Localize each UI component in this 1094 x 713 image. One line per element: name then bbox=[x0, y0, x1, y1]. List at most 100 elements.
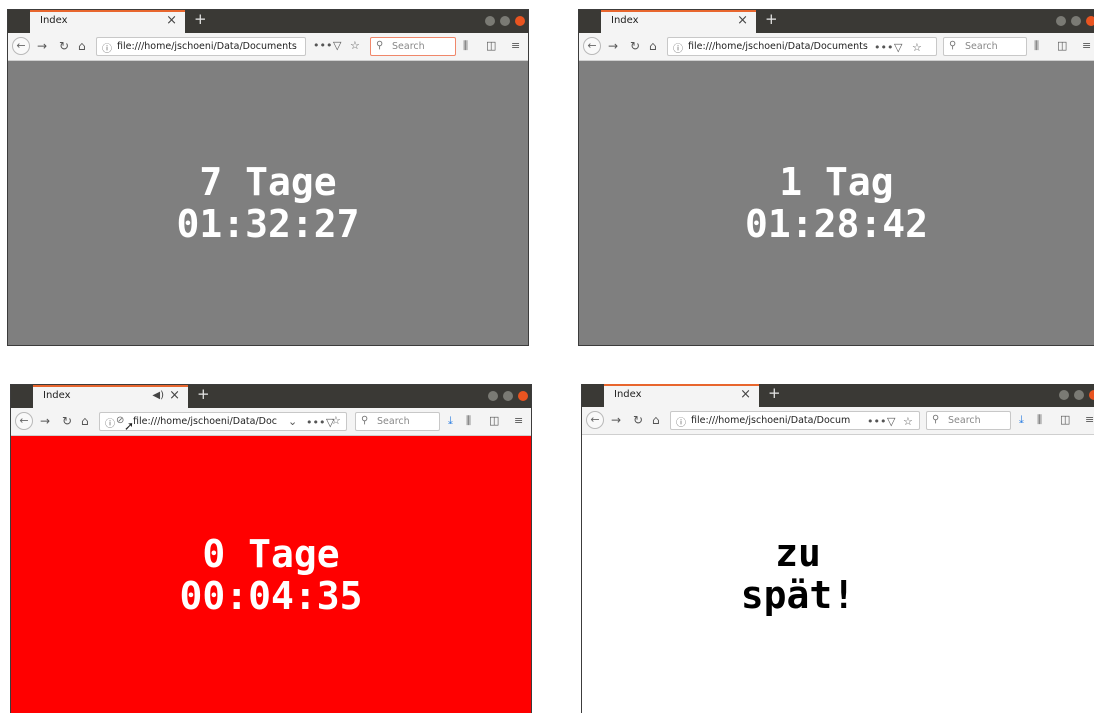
search-icon: ⚲ bbox=[376, 40, 384, 51]
url-text[interactable]: file:///home/jschoeni/Data/Docum bbox=[691, 415, 856, 426]
url-bar[interactable]: ⓘ ⊘ file:///home/jschoeni/Data/Doc ⌄ •••… bbox=[99, 412, 347, 431]
tab-close-button[interactable]: × bbox=[737, 13, 748, 28]
countdown-display: 7 Tage 01:32:27 bbox=[8, 61, 528, 345]
hamburger-menu-icon[interactable]: ≡ bbox=[1082, 39, 1091, 53]
info-icon[interactable]: ⓘ bbox=[102, 40, 112, 55]
maximize-button[interactable] bbox=[503, 391, 513, 401]
tab-title: Index bbox=[611, 15, 639, 26]
back-arrow-icon[interactable]: ← bbox=[12, 37, 30, 55]
tab-title: Index bbox=[614, 389, 642, 400]
url-text[interactable]: file:///home/jschoeni/Data/Doc bbox=[133, 416, 283, 427]
maximize-button[interactable] bbox=[1071, 16, 1081, 26]
url-text[interactable]: file:///home/jschoeni/Data/Documents bbox=[688, 41, 873, 52]
hamburger-menu-icon[interactable]: ≡ bbox=[1085, 413, 1094, 427]
speaker-icon[interactable]: ◀) bbox=[152, 390, 164, 401]
back-arrow-icon[interactable]: ← bbox=[583, 37, 601, 55]
star-icon[interactable]: ☆ bbox=[912, 41, 922, 55]
library-icon[interactable]: ⫼ bbox=[1037, 413, 1042, 427]
url-bar[interactable]: ⓘ file:///home/jschoeni/Data/Documents bbox=[96, 37, 306, 56]
titlebar: Index ◀) × + bbox=[11, 385, 531, 408]
hamburger-menu-icon[interactable]: ≡ bbox=[514, 414, 523, 428]
home-icon[interactable]: ⌂ bbox=[649, 37, 657, 55]
minimize-button[interactable] bbox=[488, 391, 498, 401]
reload-icon[interactable]: ↻ bbox=[59, 37, 69, 55]
tab-index[interactable]: Index × bbox=[30, 10, 185, 33]
new-tab-button[interactable]: + bbox=[194, 10, 207, 28]
star-icon[interactable]: ☆ bbox=[350, 39, 360, 53]
info-icon[interactable]: ⓘ bbox=[676, 414, 686, 429]
sidebar-icon[interactable]: ◫ bbox=[489, 414, 499, 428]
reload-icon[interactable]: ↻ bbox=[62, 412, 72, 430]
download-icon[interactable]: ⤓ bbox=[448, 414, 453, 428]
titlebar: Index × + bbox=[8, 10, 528, 33]
pocket-icon[interactable]: ▽ bbox=[887, 415, 895, 429]
back-arrow-icon[interactable]: ← bbox=[15, 412, 33, 430]
back-arrow-icon[interactable]: ← bbox=[586, 411, 604, 429]
star-icon[interactable]: ☆ bbox=[331, 414, 341, 428]
sidebar-icon[interactable]: ◫ bbox=[1057, 39, 1067, 53]
more-icon[interactable]: ••• bbox=[306, 416, 325, 430]
library-icon[interactable]: ⫼ bbox=[1034, 39, 1039, 53]
navigation-toolbar: ← → ↻ ⌂ ⓘ file:///home/jschoeni/Data/Doc… bbox=[579, 33, 1094, 61]
close-window-button[interactable] bbox=[518, 391, 528, 401]
forward-arrow-icon[interactable]: → bbox=[37, 37, 47, 55]
forward-arrow-icon[interactable]: → bbox=[608, 37, 618, 55]
navigation-toolbar: ← → ↻ ⌂ ⓘ file:///home/jschoeni/Data/Doc… bbox=[8, 33, 528, 61]
new-tab-button[interactable]: + bbox=[765, 10, 778, 28]
home-icon[interactable]: ⌂ bbox=[652, 411, 660, 429]
star-icon[interactable]: ☆ bbox=[903, 415, 913, 429]
search-box[interactable]: ⚲ Search bbox=[370, 37, 456, 56]
more-icon[interactable]: ••• bbox=[874, 41, 893, 55]
maximize-button[interactable] bbox=[500, 16, 510, 26]
expired-line-1: zu bbox=[775, 531, 821, 575]
info-icon[interactable]: ⓘ bbox=[105, 415, 115, 430]
close-window-button[interactable] bbox=[1089, 390, 1094, 400]
search-placeholder: Search bbox=[948, 415, 981, 426]
tab-close-button[interactable]: × bbox=[166, 13, 177, 28]
search-box[interactable]: ⚲ Search bbox=[943, 37, 1027, 56]
tab-index[interactable]: Index ◀) × bbox=[33, 385, 188, 408]
pocket-icon[interactable]: ▽ bbox=[333, 39, 341, 53]
more-icon[interactable]: ••• bbox=[313, 39, 332, 53]
search-box[interactable]: ⚲ Search bbox=[926, 411, 1011, 430]
close-window-button[interactable] bbox=[1086, 16, 1094, 26]
minimize-button[interactable] bbox=[1059, 390, 1069, 400]
more-icon[interactable]: ••• bbox=[867, 415, 886, 429]
home-icon[interactable]: ⌂ bbox=[81, 412, 89, 430]
download-icon[interactable]: ⤓ bbox=[1019, 413, 1024, 427]
new-tab-button[interactable]: + bbox=[768, 384, 781, 402]
maximize-button[interactable] bbox=[1074, 390, 1084, 400]
tab-close-button[interactable]: × bbox=[740, 387, 751, 402]
reload-icon[interactable]: ↻ bbox=[633, 411, 643, 429]
search-box[interactable]: ⚲ Search bbox=[355, 412, 440, 431]
url-text[interactable]: file:///home/jschoeni/Data/Documents bbox=[117, 41, 302, 52]
search-placeholder: Search bbox=[392, 41, 425, 52]
tab-index[interactable]: Index × bbox=[601, 10, 756, 33]
countdown-days: 7 Tage bbox=[199, 160, 337, 204]
new-tab-button[interactable]: + bbox=[197, 385, 210, 403]
hamburger-menu-icon[interactable]: ≡ bbox=[511, 39, 520, 53]
search-icon: ⚲ bbox=[932, 414, 940, 425]
close-window-button[interactable] bbox=[515, 16, 525, 26]
minimize-button[interactable] bbox=[485, 16, 495, 26]
minimize-button[interactable] bbox=[1056, 16, 1066, 26]
chevron-down-icon[interactable]: ⌄ bbox=[288, 415, 297, 429]
url-bar[interactable]: ⓘ file:///home/jschoeni/Data/Docum ••• ▽… bbox=[670, 411, 920, 430]
library-icon[interactable]: ⫼ bbox=[466, 414, 471, 428]
forward-arrow-icon[interactable]: → bbox=[611, 411, 621, 429]
info-icon[interactable]: ⓘ bbox=[673, 40, 683, 55]
tab-close-button[interactable]: × bbox=[169, 388, 180, 403]
tab-index[interactable]: Index × bbox=[604, 384, 759, 407]
sidebar-icon[interactable]: ◫ bbox=[1060, 413, 1070, 427]
forward-arrow-icon[interactable]: → bbox=[40, 412, 50, 430]
url-bar[interactable]: ⓘ file:///home/jschoeni/Data/Documents •… bbox=[667, 37, 937, 56]
home-icon[interactable]: ⌂ bbox=[78, 37, 86, 55]
pocket-icon[interactable]: ▽ bbox=[894, 41, 902, 55]
countdown-days: 1 Tag bbox=[779, 160, 894, 204]
sidebar-icon[interactable]: ◫ bbox=[486, 39, 496, 53]
library-icon[interactable]: ⫼ bbox=[463, 39, 468, 53]
browser-window-0-days: Index ◀) × + ← → ↻ ⌂ ⓘ ⊘ file:///home/js… bbox=[10, 384, 532, 713]
reload-icon[interactable]: ↻ bbox=[630, 37, 640, 55]
search-placeholder: Search bbox=[965, 41, 998, 52]
countdown-days: 0 Tage bbox=[202, 531, 340, 576]
